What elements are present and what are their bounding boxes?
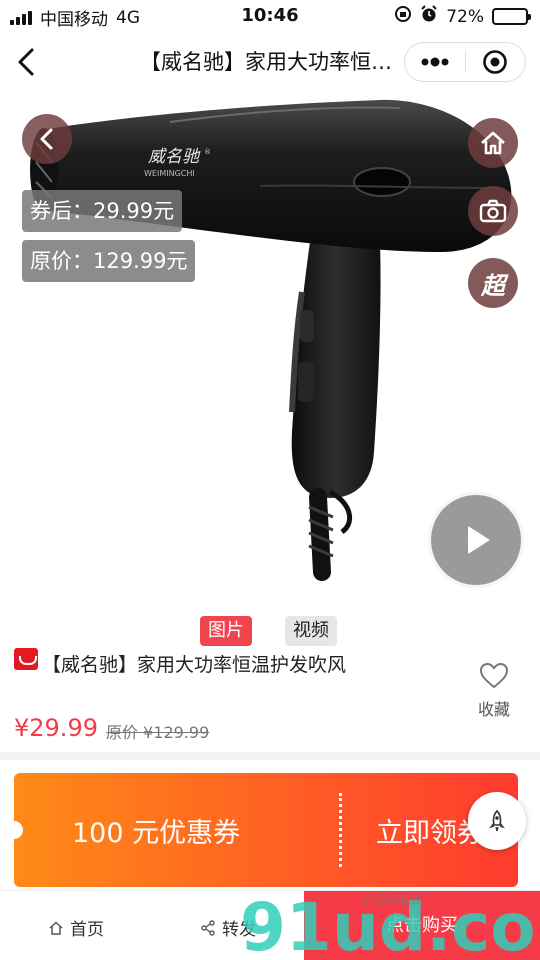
super-float-button[interactable]: 超 [468,258,518,308]
back-icon [40,128,53,150]
status-right: 72% [394,5,531,28]
tab-picture[interactable]: 图片 [200,616,252,646]
tab-video[interactable]: 视频 [285,616,337,646]
heart-icon [479,662,509,689]
favorite-label: 收藏 [477,700,510,719]
status-bar: 中国移动 4G 10:46 72% [0,0,540,32]
bottom-action-bar: 首页 转发 点击购买 [0,890,540,960]
coupon-notch [14,821,23,839]
home-float-button[interactable] [468,118,518,168]
store-icon [14,648,38,670]
registered-mark: ® [204,148,211,156]
screenshot-float-button[interactable] [468,186,518,236]
coupon-divider [339,793,342,867]
current-price: ¥29.99 [14,714,98,742]
brand-logo-en: WEIMINGCHI [144,169,195,178]
product-info: 【威名驰】家用大功率恒温护发吹风 收藏 ¥29.99 原价 ¥129.99 [0,648,540,752]
coupon-section: 100 元优惠券 立即领券 [0,760,540,890]
original-price: 原价 ¥129.99 [106,723,210,742]
product-title: 【威名驰】家用大功率恒温护发吹风 [42,654,347,676]
alarm-icon [420,5,438,28]
back-icon [18,48,34,76]
home-tab[interactable]: 首页 [48,915,104,940]
play-icon [468,526,490,554]
hero-back-button[interactable] [22,114,72,164]
media-tabs: 图片 视频 [0,612,540,648]
page-title: 【威名驰】家用大功率恒温护发吹风 [140,50,400,74]
share-button[interactable]: 转发 [200,915,256,940]
coupon-amount: 100 元优惠券 [72,818,241,849]
back-button[interactable] [10,44,46,80]
buy-button[interactable]: 点击购买 [304,891,540,960]
close-mini-program-button[interactable] [466,43,526,81]
target-icon [483,50,508,74]
play-video-button[interactable] [428,492,524,588]
nav-bar: 【威名驰】家用大功率恒温护发吹风 [0,32,540,92]
more-icon [421,57,449,67]
brand-logo-cn: 威名驰 [148,147,201,167]
home-icon [481,131,505,155]
share-icon [201,919,215,936]
super-label: 超 [481,271,505,300]
rotation-lock-icon [394,5,412,28]
battery-icon [492,8,531,25]
battery-percent: 72% [446,6,484,27]
mini-program-capsule [404,42,526,82]
favorite-button[interactable]: 收藏 [470,662,518,720]
home-tab-label: 首页 [70,920,104,940]
rocket-icon [489,809,505,832]
home-icon [49,920,63,935]
camera-icon [479,199,507,223]
product-image-carousel[interactable]: 威名驰 WEIMINGCHI ® 券后：29.99元 原价：129.99元 超 [0,92,540,612]
after-coupon-price-chip: 券后：29.99元 [22,190,183,232]
share-label: 转发 [222,920,256,940]
more-button[interactable] [405,43,465,81]
original-price-chip: 原价：129.99元 [22,240,196,282]
coupon-card[interactable]: 100 元优惠券 立即领券 [14,773,518,887]
back-to-top-button[interactable] [468,792,526,850]
